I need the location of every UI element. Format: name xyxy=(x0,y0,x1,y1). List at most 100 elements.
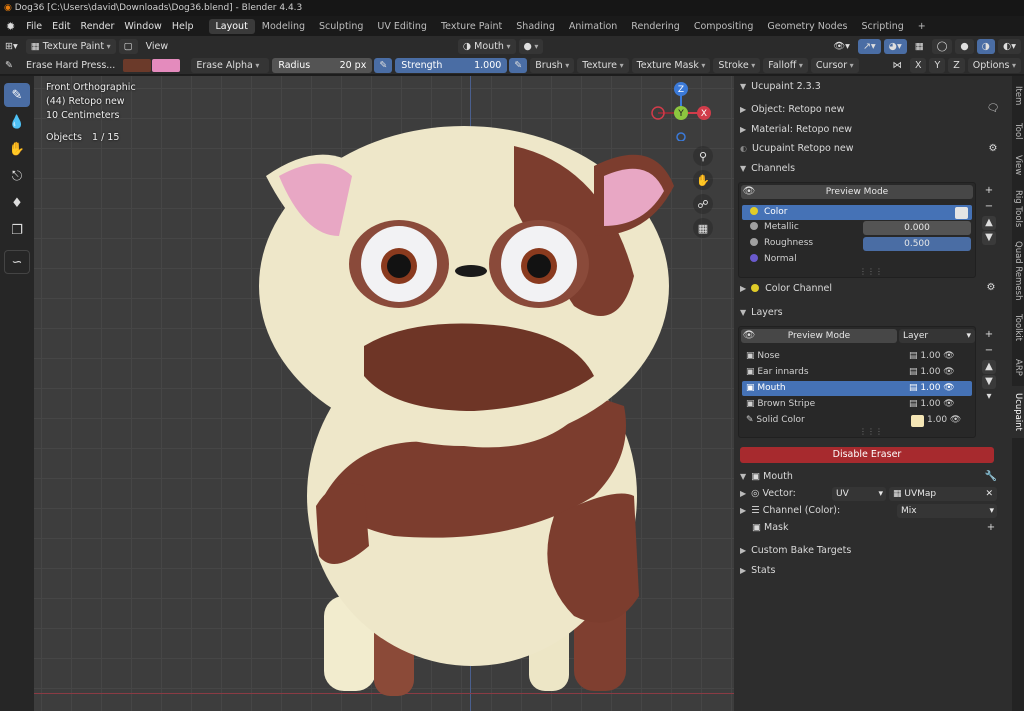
custom-bake-row[interactable]: ▶ Custom Bake Targets xyxy=(740,542,851,559)
fill-tool-icon[interactable]: ♦ xyxy=(4,191,30,215)
tab-layout[interactable]: Layout xyxy=(208,18,255,34)
layers-preview-mode-button[interactable]: Preview Mode xyxy=(741,329,897,343)
blend-mode-dropdown[interactable]: Erase Alpha xyxy=(191,57,270,73)
tab-rig-tools[interactable]: Rig Tools xyxy=(1012,184,1024,234)
tab-compositing[interactable]: Compositing xyxy=(687,19,761,34)
tab-shading[interactable]: Shading xyxy=(509,19,562,34)
channel-color[interactable]: Color xyxy=(742,205,972,220)
draw-tool-icon[interactable]: ✎ xyxy=(4,83,30,107)
add-layer-icon[interactable]: + xyxy=(982,328,996,342)
annotate-tool-icon[interactable]: ∽ xyxy=(4,250,30,274)
mask-row[interactable]: ▣ Mask xyxy=(740,519,788,536)
eye-icon[interactable]: 👁 xyxy=(947,415,961,425)
tab-rendering[interactable]: Rendering xyxy=(624,19,687,34)
perspective-grid-icon[interactable]: ▦ xyxy=(693,218,713,238)
camera-view-icon[interactable]: ☍ xyxy=(693,194,713,214)
tab-animation[interactable]: Animation xyxy=(562,19,624,34)
tab-toolkit[interactable]: Toolkit xyxy=(1012,308,1024,348)
tab-scripting[interactable]: Scripting xyxy=(855,19,911,34)
preview-eye-icon[interactable]: 👁 xyxy=(742,185,756,199)
radius-pressure-icon[interactable]: ✎ xyxy=(374,57,393,73)
tab-texture-paint[interactable]: Texture Paint xyxy=(434,19,509,34)
primary-color-swatch[interactable] xyxy=(123,58,152,72)
xray-icon[interactable]: ▦ xyxy=(910,39,929,54)
channels-preview-mode-button[interactable]: Preview Mode xyxy=(741,185,973,199)
secondary-color-swatch[interactable] xyxy=(152,58,181,72)
add-channel-icon[interactable]: + xyxy=(982,184,996,198)
clear-icon[interactable]: ✕ xyxy=(985,487,993,501)
wrench-icon[interactable]: 🔧 xyxy=(984,470,998,484)
tab-quad-remesh[interactable]: Quad Remesh xyxy=(1012,238,1024,304)
brush-name[interactable]: Erase Hard Press... xyxy=(21,58,120,73)
blend-mode-mix-dropdown[interactable]: Mix ▾ xyxy=(897,504,997,518)
tab-item[interactable]: Item xyxy=(1012,80,1024,112)
mirror-z-button[interactable]: Z xyxy=(948,57,965,73)
metallic-value-field[interactable]: 0.000 xyxy=(863,221,971,235)
move-layer-up-icon[interactable]: ▲ xyxy=(982,360,996,374)
remove-channel-icon[interactable]: − xyxy=(982,200,996,214)
move-channel-down-icon[interactable]: ▼ xyxy=(982,231,996,245)
pan-hand-icon[interactable]: ✋ xyxy=(693,170,713,190)
color-channel-row[interactable]: ▶ Color Channel xyxy=(740,280,832,297)
channel-normal[interactable]: Normal xyxy=(742,252,972,267)
add-mask-icon[interactable]: + xyxy=(984,521,998,535)
strength-slider[interactable]: Strength 1.000 xyxy=(395,57,508,73)
vector-type-dropdown[interactable]: UV ▾ xyxy=(832,487,886,501)
eye-icon[interactable]: 👁 xyxy=(940,367,954,377)
node-row[interactable]: ◐ Ucupaint Retopo new xyxy=(740,140,854,157)
radius-slider[interactable]: Radius 20 px xyxy=(272,57,373,73)
remove-layer-icon[interactable]: − xyxy=(982,344,996,358)
menu-window[interactable]: Window xyxy=(119,21,166,32)
symmetry-icon[interactable]: ⋈ xyxy=(887,58,907,73)
shading-render-icon[interactable]: ◐▾ xyxy=(997,38,1022,54)
solid-color-swatch[interactable] xyxy=(911,415,924,427)
color-channel-gear-icon[interactable]: ⚙ xyxy=(984,281,998,295)
falloff-menu[interactable]: Falloff xyxy=(763,57,808,73)
info-icon[interactable]: 🗨 xyxy=(986,102,1000,116)
texture-menu[interactable]: Texture xyxy=(577,57,629,73)
eye-icon[interactable]: 👁 xyxy=(940,351,954,361)
menu-file[interactable]: File xyxy=(21,21,47,32)
cursor-menu[interactable]: Cursor xyxy=(810,57,859,73)
options-menu[interactable]: Options xyxy=(967,57,1021,73)
brush-menu[interactable]: Brush xyxy=(530,57,575,73)
mask-tool-icon[interactable]: ❐ xyxy=(4,218,30,242)
tab-sculpting[interactable]: Sculpting xyxy=(312,19,370,34)
layer-type-dropdown[interactable]: Layer ▾ xyxy=(899,329,975,343)
layer-solid-color-opacity[interactable]: 1.00 👁 xyxy=(927,413,961,428)
color-swatch[interactable] xyxy=(955,207,968,219)
move-layer-down-icon[interactable]: ▼ xyxy=(982,375,996,389)
add-workspace-button[interactable]: + xyxy=(911,19,933,34)
material-slot-selector[interactable]: ◑ Mouth xyxy=(457,38,516,54)
uv-map-field[interactable]: ▦ UVMap ✕ xyxy=(889,487,997,501)
object-row[interactable]: ▶ Object: Retopo new xyxy=(740,101,844,118)
material-row[interactable]: ▶ Material: Retopo new xyxy=(740,121,852,138)
settings-gear-icon[interactable]: ⚙ xyxy=(986,142,1000,156)
shading-dot-icon[interactable]: ● xyxy=(518,38,544,54)
visibility-icon[interactable]: 👁▾ xyxy=(828,39,855,54)
smear-tool-icon[interactable]: ✋ xyxy=(4,137,30,161)
strength-pressure-icon[interactable]: ✎ xyxy=(509,57,528,73)
3d-viewport[interactable]: Front Orthographic (44) Retopo new 10 Ce… xyxy=(34,76,734,711)
editor-type-icon[interactable]: ⊞▾ xyxy=(0,39,23,54)
axis-gizmo[interactable]: Z Y X xyxy=(646,81,716,141)
tab-arp[interactable]: ARP xyxy=(1012,352,1024,382)
tab-ucupaint[interactable]: Ucupaint xyxy=(1012,386,1024,438)
tab-view[interactable]: View xyxy=(1012,150,1024,180)
roughness-value-field[interactable]: 0.500 xyxy=(863,237,971,251)
disable-eraser-button[interactable]: Disable Eraser xyxy=(740,447,994,463)
overlay-icon[interactable]: ◕▾ xyxy=(883,38,907,54)
layers-preview-eye-icon[interactable]: 👁 xyxy=(742,329,756,343)
shading-material-icon[interactable]: ◑ xyxy=(976,38,995,54)
channels-resize-handle[interactable]: ⋮⋮⋮ xyxy=(859,267,883,276)
texture-mask-menu[interactable]: Texture Mask xyxy=(631,57,711,73)
layer-menu-icon[interactable]: ▾ xyxy=(982,390,996,404)
gizmo-icon[interactable]: ↗▾ xyxy=(857,38,881,54)
view-menu[interactable]: View xyxy=(141,39,174,54)
layer-brown-stripe-opacity[interactable]: ▤ 1.00 👁 xyxy=(909,397,955,412)
layer-detail-row[interactable]: ▼ ▣ Mouth xyxy=(740,468,793,485)
tab-geometry-nodes[interactable]: Geometry Nodes xyxy=(760,19,854,34)
clone-tool-icon[interactable]: ⎋ xyxy=(4,164,30,188)
shading-wire-icon[interactable]: ◯ xyxy=(931,38,953,54)
addon-header[interactable]: ▼ Ucupaint 2.3.3 xyxy=(740,78,821,95)
